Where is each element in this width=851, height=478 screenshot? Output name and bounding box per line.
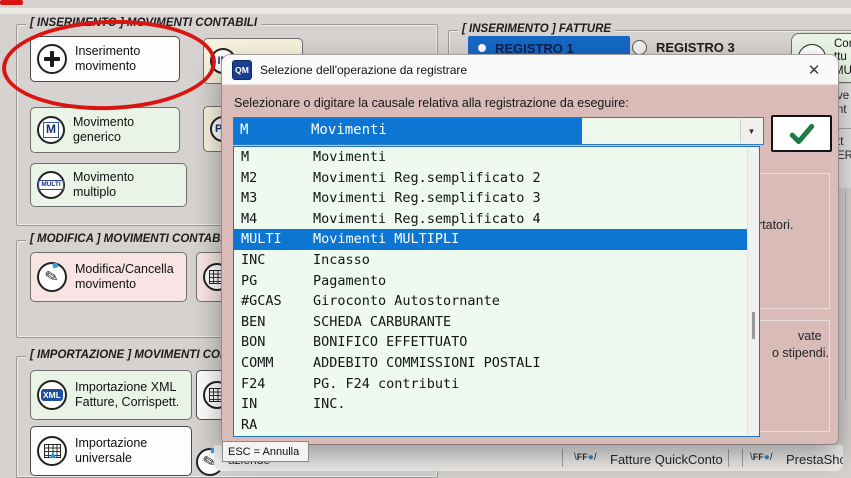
tab-prestashop[interactable]: PrestaShop	[786, 452, 843, 467]
panel-border-fragment	[845, 190, 846, 400]
causale-desc: Incasso	[313, 252, 370, 268]
movimento-generico-button[interactable]: M Movimentogenerico	[30, 107, 180, 153]
registro-3-radio[interactable]: REGISTRO 3	[632, 40, 735, 55]
qm-app-icon: QM	[232, 60, 252, 80]
causale-row[interactable]: #GCAS Giroconto Autostornante	[234, 291, 759, 312]
modifica-cancella-button[interactable]: ✎ Modifica/Cancellamovimento	[30, 252, 187, 302]
multi-icon: MULTI	[37, 171, 65, 199]
text-fragment: o stipendi.	[772, 346, 829, 360]
importazione-xml-button[interactable]: XML Importazione XMLFatture, Corrispett.	[30, 370, 192, 420]
radio-ring-icon	[632, 40, 647, 55]
modifica-cancella-label: Modifica/Cancellamovimento	[75, 262, 174, 292]
movimento-multiplo-button[interactable]: MULTI Movimento multiplo	[30, 163, 187, 207]
causale-desc: Pagamento	[313, 273, 386, 289]
causale-row[interactable]: COMM ADDEBITO COMMISSIONI POSTALI	[234, 353, 759, 374]
causale-row[interactable]: MULTI Movimenti MULTIPLI	[234, 229, 759, 250]
movimento-generico-label: Movimentogenerico	[73, 115, 134, 145]
causale-code: INC	[241, 252, 265, 268]
tab-separator	[562, 449, 563, 467]
causale-row[interactable]: BEN SCHEDA CARBURANTE	[234, 312, 759, 333]
causale-desc: PG. F24 contributi	[313, 376, 459, 392]
causale-desc: SCHEDA CARBURANTE	[313, 314, 451, 330]
causale-combobox[interactable]: M Movimenti ▼	[233, 117, 764, 145]
group-importazione-label: [ IMPORTAZIONE ] MOVIMENTI CONTA	[26, 349, 247, 361]
text-fragment: ve	[837, 90, 849, 104]
causale-row[interactable]: BON BONIFICO EFFETTUATO	[234, 332, 759, 353]
causale-row[interactable]: INC Incasso	[234, 250, 759, 271]
causale-row[interactable]: RA	[234, 415, 759, 436]
causale-row[interactable]: IN INC.	[234, 394, 759, 415]
causale-desc: Movimenti MULTIPLI	[313, 231, 459, 247]
text-fragment: vate	[798, 329, 822, 343]
causale-code: M4	[241, 211, 257, 227]
causale-desc: INC.	[313, 396, 346, 412]
m-icon: M	[37, 116, 65, 144]
table-upload-icon: ▲	[37, 436, 67, 466]
causale-code: PG	[241, 273, 257, 289]
dialog-titlebar: QM Selezione dell'operazione da registra…	[222, 55, 838, 85]
causale-code: M2	[241, 170, 257, 186]
causale-row[interactable]: PG Pagamento	[234, 271, 759, 292]
xml-icon: XML	[37, 380, 67, 410]
causale-code: F24	[241, 376, 265, 392]
causale-row[interactable]: M2 Movimenti Reg.semplificato 2	[234, 168, 759, 189]
causali-list[interactable]: M Movimenti M2 Movimenti Reg.semplificato 2…	[233, 146, 760, 437]
causale-code: BON	[241, 334, 265, 350]
importazione-xml-label: Importazione XMLFatture, Corrispett.	[75, 380, 179, 410]
check-icon	[789, 123, 815, 145]
importazione-universale-button[interactable]: ▲ Importazioneuniversale	[30, 426, 192, 476]
app-window: [ INSERIMENTO ] MOVIMENTI CONTABILI Inse…	[0, 0, 851, 470]
group-modifica-label: [ MODIFICA ] MOVIMENTI CONTABILI /	[26, 233, 244, 245]
esc-hint: ESC = Annulla	[222, 441, 309, 462]
importazione-universale-label: Importazioneuniversale	[75, 436, 147, 466]
causale-code: M	[241, 149, 249, 165]
causale-row[interactable]: M4 Movimenti Reg.semplificato 4	[234, 209, 759, 230]
causale-code: BEN	[241, 314, 265, 330]
close-icon[interactable]: ✕	[798, 55, 830, 84]
combobox-selection: M Movimenti	[234, 118, 582, 144]
red-annotation-fragment	[0, 0, 23, 5]
selezione-operazione-dialog: QM Selezione dell'operazione da registra…	[222, 55, 838, 444]
causale-row[interactable]: F24 PG. F24 contributi	[234, 374, 759, 395]
quickconto-tab-icon: \FF●/	[574, 452, 597, 463]
confirm-button[interactable]	[771, 115, 832, 152]
group-fatture-label: [ INSERIMENTO ] FATTURE	[458, 23, 615, 35]
causale-code: M3	[241, 190, 257, 206]
causale-code: RA	[241, 417, 257, 433]
registro-3-label: REGISTRO 3	[656, 40, 735, 55]
causale-desc: Giroconto Autostornante	[313, 293, 500, 309]
pencil-icon: ✎	[37, 262, 67, 292]
text-fragment: nt	[837, 104, 847, 118]
causale-row[interactable]: M3 Movimenti Reg.semplificato 3	[234, 188, 759, 209]
causale-desc: Movimenti	[313, 149, 386, 165]
combobox-code: M	[240, 122, 248, 138]
causale-desc: Movimenti Reg.semplificato 4	[313, 211, 541, 227]
scrollbar[interactable]	[747, 147, 759, 436]
movimento-multiplo-label: Movimento multiplo	[73, 170, 180, 200]
causale-code: IN	[241, 396, 257, 412]
text-fragment: rtatori.	[758, 218, 793, 232]
tab-fatture-quickconto[interactable]: Fatture QuickConto	[610, 452, 723, 467]
causale-code: MULTI	[241, 231, 282, 247]
causale-desc: ADDEBITO COMMISSIONI POSTALI	[313, 355, 541, 371]
prestashop-tab-icon: \FF●/	[750, 452, 773, 463]
registro-1-label: REGISTRO 1	[495, 41, 574, 56]
scrollbar-thumb[interactable]	[752, 312, 755, 339]
chevron-down-icon[interactable]: ▼	[740, 119, 762, 143]
toolbar-strip	[0, 8, 851, 14]
causale-row[interactable]: M Movimenti	[234, 147, 759, 168]
tab-separator	[742, 449, 743, 467]
dialog-title: Selezione dell'operazione da registrare	[260, 63, 467, 77]
causale-code: #GCAS	[241, 293, 282, 309]
text-fragment: ER	[837, 150, 851, 164]
causale-code: COMM	[241, 355, 274, 371]
radio-dot-icon	[478, 44, 486, 52]
causale-desc: BONIFICO EFFETTUATO	[313, 334, 467, 350]
combobox-desc: Movimenti	[311, 122, 387, 138]
tab-separator	[728, 449, 729, 467]
dialog-prompt: Selezionare o digitare la causale relati…	[234, 96, 629, 110]
causale-desc: Movimenti Reg.semplificato 3	[313, 190, 541, 206]
causale-desc: Movimenti Reg.semplificato 2	[313, 170, 541, 186]
